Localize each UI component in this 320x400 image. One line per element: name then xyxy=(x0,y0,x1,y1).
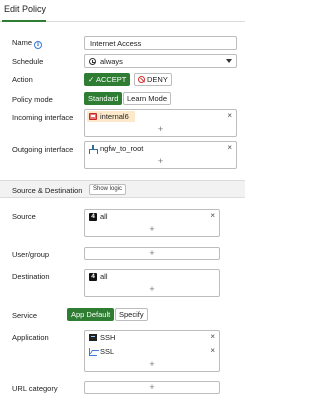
add-icon[interactable]: + xyxy=(85,124,236,134)
user-group-label: User/group xyxy=(12,250,50,259)
deny-label: DENY xyxy=(147,75,168,84)
add-row[interactable]: + xyxy=(85,284,219,296)
add-row[interactable]: + xyxy=(85,124,236,136)
schedule-label: Schedule xyxy=(12,57,44,66)
name-label: Name i xyxy=(12,38,43,49)
source-label: Source xyxy=(12,212,36,221)
incoming-interface-box[interactable]: internal6 × + xyxy=(84,109,237,137)
standard-mode-button[interactable]: Standard xyxy=(84,92,123,105)
application-box[interactable]: SSH × SSL × + xyxy=(84,330,220,372)
schedule-value: always xyxy=(100,57,123,66)
outgoing-interface-label: Outgoing interface xyxy=(12,145,74,154)
close-icon[interactable]: × xyxy=(227,143,232,152)
add-icon[interactable]: + xyxy=(85,156,236,166)
close-icon[interactable]: × xyxy=(210,346,215,355)
add-icon[interactable]: + xyxy=(85,359,219,369)
outgoing-interface-box[interactable]: ngfw_to_root × + xyxy=(84,141,237,169)
show-logic-button[interactable]: Show logic xyxy=(89,184,127,195)
list-item: SSL × xyxy=(85,345,219,359)
chart-icon xyxy=(89,348,100,356)
policy-mode-label: Policy mode xyxy=(12,95,53,104)
deny-icon xyxy=(138,76,145,83)
title-underline xyxy=(2,20,46,22)
list-item: 4 all × xyxy=(85,210,219,224)
add-icon[interactable]: + xyxy=(85,284,219,294)
add-row[interactable]: + xyxy=(85,224,219,236)
add-icon[interactable]: + xyxy=(85,382,219,392)
application-label: Application xyxy=(12,333,49,342)
list-item: SSH × xyxy=(85,331,219,345)
close-icon[interactable]: × xyxy=(227,111,232,120)
action-label: Action xyxy=(12,75,33,84)
list-item: ngfw_to_root × xyxy=(85,142,236,156)
outgoing-interface-item: ngfw_to_root xyxy=(100,144,144,153)
deny-button[interactable]: DENY xyxy=(134,73,172,86)
url-category-box[interactable]: + xyxy=(84,381,220,394)
destination-box[interactable]: 4 all + xyxy=(84,269,220,297)
page-header: Edit Policy xyxy=(0,0,245,22)
add-icon[interactable]: + xyxy=(85,224,219,234)
specify-button[interactable]: Specify xyxy=(115,308,148,321)
terminal-icon xyxy=(89,334,97,341)
source-destination-section: Source & Destination Show logic xyxy=(0,180,245,198)
service-label: Service xyxy=(12,311,38,320)
list-item: 4 all xyxy=(85,270,219,284)
list-item: internal6 × xyxy=(85,110,236,124)
address-icon: 4 xyxy=(89,273,97,281)
name-value: Internet Access xyxy=(90,39,142,48)
vdom-link-icon xyxy=(89,145,98,154)
app-default-button[interactable]: App Default xyxy=(67,308,115,321)
learn-mode-button[interactable]: Learn Mode xyxy=(123,92,172,105)
application-item: SSL xyxy=(100,347,115,356)
info-icon[interactable]: i xyxy=(34,41,43,49)
user-group-box[interactable]: + xyxy=(84,247,220,260)
add-row[interactable]: + xyxy=(85,156,236,168)
close-icon[interactable]: × xyxy=(210,332,215,341)
incoming-interface-item: internal6 xyxy=(100,112,129,121)
address-icon: 4 xyxy=(89,213,97,221)
add-row[interactable]: + xyxy=(85,359,219,371)
source-item: all xyxy=(100,212,108,221)
accept-button[interactable]: ✓ ACCEPT xyxy=(84,73,131,86)
application-item: SSH xyxy=(100,333,116,342)
incoming-interface-label: Incoming interface xyxy=(12,113,74,122)
chart-line xyxy=(89,350,100,354)
clock-icon xyxy=(89,58,96,65)
accept-label: ✓ ACCEPT xyxy=(88,75,127,84)
close-icon[interactable]: × xyxy=(210,211,215,220)
source-box[interactable]: 4 all × + xyxy=(84,209,220,237)
schedule-select[interactable]: always xyxy=(84,54,237,68)
interface-icon xyxy=(89,113,97,120)
chevron-down-icon xyxy=(226,59,232,63)
page-title: Edit Policy xyxy=(4,4,47,14)
url-category-label: URL category xyxy=(12,384,58,393)
section-title: Source & Destination xyxy=(12,186,83,195)
add-icon[interactable]: + xyxy=(85,248,219,258)
destination-label: Destination xyxy=(12,272,50,281)
destination-item: all xyxy=(100,272,108,281)
name-input[interactable]: Internet Access xyxy=(84,36,237,50)
